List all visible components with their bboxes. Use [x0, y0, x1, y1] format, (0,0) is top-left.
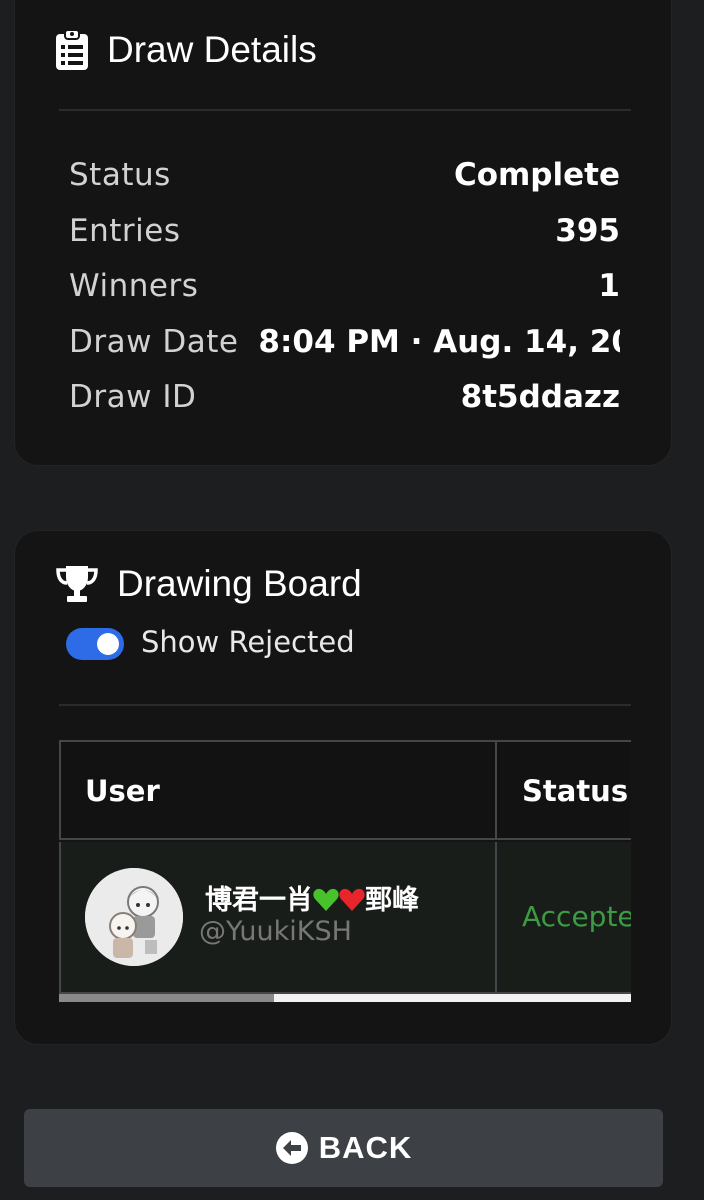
table-border-left: [59, 842, 61, 992]
toggle-knob: [97, 633, 119, 655]
table-column-divider: [495, 842, 497, 992]
detail-value: 8:04 PM · Aug. 14, 20: [258, 324, 620, 360]
scrollbar-thumb[interactable]: [59, 994, 274, 1002]
detail-row-draw-id: Draw ID 8t5ddazz: [69, 375, 620, 419]
table-header-row: User Status: [59, 740, 631, 840]
user-name-part1: 博君一肖: [205, 885, 313, 916]
detail-row-entries: Entries 395: [69, 209, 620, 253]
arrow-circle-left-icon: [275, 1131, 309, 1165]
show-rejected-label[interactable]: Show Rejected: [141, 625, 355, 659]
detail-label: Entries: [69, 213, 181, 249]
red-heart-icon: [339, 888, 365, 912]
detail-value: 395: [555, 213, 620, 249]
detail-label: Draw ID: [69, 379, 197, 415]
column-header-status[interactable]: Status: [522, 742, 628, 840]
detail-row-status: Status Complete: [69, 153, 620, 197]
detail-label: Winners: [69, 268, 199, 304]
trophy-icon: [55, 564, 99, 604]
detail-row-winners: Winners 1: [69, 264, 620, 308]
back-button[interactable]: BACK: [24, 1109, 663, 1187]
detail-label: Status: [69, 157, 171, 193]
user-handle[interactable]: @YuukiKSH: [199, 916, 352, 947]
draw-details-title: Draw Details: [107, 29, 317, 70]
avatar[interactable]: [85, 868, 183, 966]
detail-label: Draw Date: [69, 324, 239, 360]
drawing-board-card: Drawing Board Show Rejected User Status: [14, 530, 672, 1045]
entry-status: Accepte: [522, 900, 631, 933]
detail-value: Complete: [453, 157, 620, 193]
draw-details-card: Draw Details Status Complete Entries 395…: [14, 0, 672, 466]
user-display-name: 博君一肖 鄄峰: [205, 878, 419, 917]
draw-details-header: Draw Details: [55, 29, 317, 71]
detail-value: 1: [598, 268, 620, 304]
user-name-part2: 鄄峰: [365, 885, 419, 916]
table-column-divider: [495, 742, 497, 840]
column-header-user[interactable]: User: [85, 742, 160, 840]
detail-value: 8t5ddazz: [460, 379, 620, 415]
clipboard-list-icon: [55, 29, 89, 71]
table-row[interactable]: 博君一肖 鄄峰 @YuukiKSH Accepte: [59, 842, 631, 994]
back-button-label: BACK: [318, 1130, 413, 1165]
horizontal-scrollbar[interactable]: [59, 994, 631, 1002]
detail-row-draw-date: Draw Date 8:04 PM · Aug. 14, 20: [69, 320, 620, 364]
green-heart-icon: [313, 888, 339, 912]
details-divider: [59, 109, 631, 111]
drawing-board-title: Drawing Board: [117, 563, 362, 604]
table-border-left: [59, 742, 61, 840]
board-divider: [59, 704, 631, 706]
drawing-board-header: Drawing Board: [55, 563, 362, 605]
show-rejected-toggle[interactable]: [66, 628, 124, 660]
drawing-board-table[interactable]: User Status 博君一肖 鄄峰 @YuukiKSH Accepte: [59, 740, 631, 1004]
